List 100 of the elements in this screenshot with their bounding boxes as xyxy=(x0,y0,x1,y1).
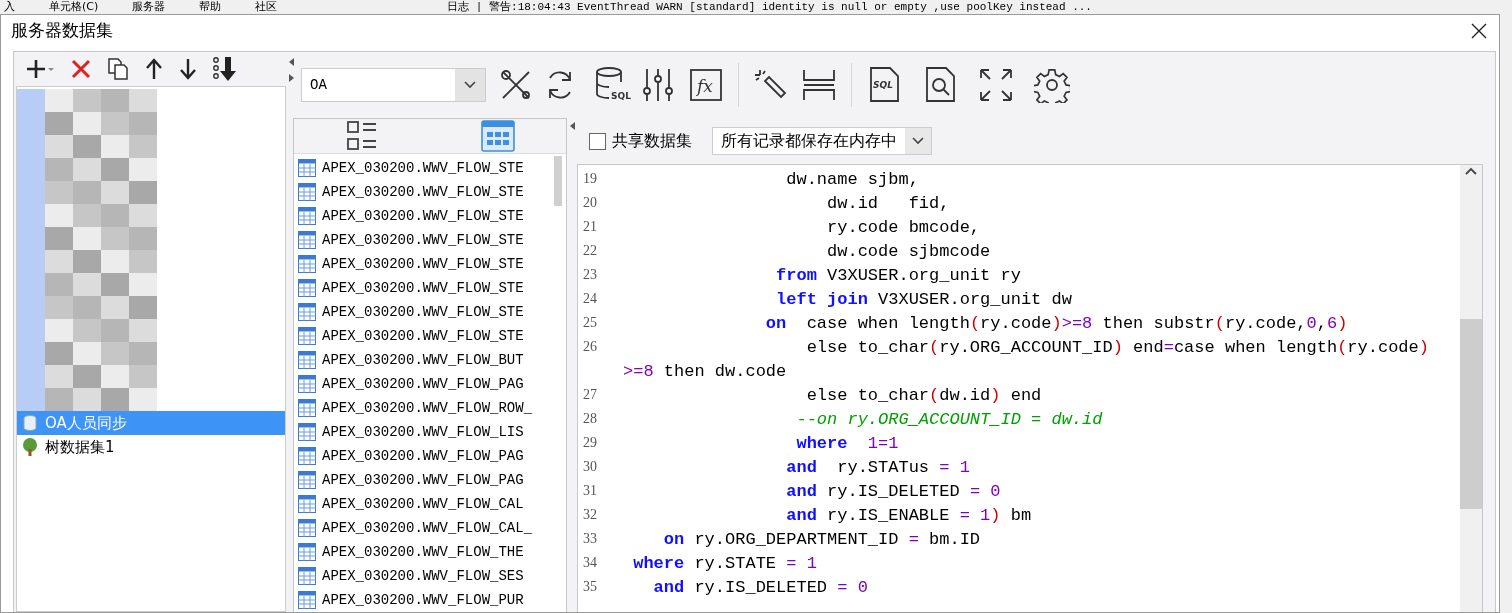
table-list-item[interactable]: APEX_030200.WWV_FLOW_STE xyxy=(294,156,554,180)
scrollbar-thumb[interactable] xyxy=(1460,319,1482,509)
move-down-button[interactable] xyxy=(178,58,198,80)
log-message: 日志 | 警告:18:04:43 EventThread WARN [standard] identity is null or empty ,use poolKey instead ... xyxy=(447,0,1092,14)
table-icon xyxy=(298,159,316,177)
table-icon xyxy=(298,423,316,441)
table-icon xyxy=(298,447,316,465)
window-title: 服务器数据集 xyxy=(11,19,113,42)
table-icon xyxy=(298,303,316,321)
table-list-item[interactable]: APEX_030200.WWV_FLOW_PAG xyxy=(294,372,554,396)
table-list-item[interactable]: APEX_030200.WWV_FLOW_STE xyxy=(294,252,554,276)
collapse-left-icon xyxy=(287,58,295,66)
sql-editor[interactable] xyxy=(577,164,1483,612)
table-list-item[interactable]: APEX_030200.WWV_FLOW_STE xyxy=(294,228,554,252)
menu-item[interactable]: 单元格(C) xyxy=(45,0,129,14)
collapse-left-icon xyxy=(568,122,576,130)
code-line: else to_char(dw.id) end xyxy=(805,385,1042,405)
table-list-item[interactable]: APEX_030200.WWV_FLOW_SES xyxy=(294,564,554,588)
line-number: 25 xyxy=(582,315,598,331)
table-icon xyxy=(298,567,316,585)
line-number: 28 xyxy=(582,411,598,427)
line-number: 30 xyxy=(582,459,598,475)
menu-item[interactable]: 社区 xyxy=(251,0,308,14)
caret-icon xyxy=(911,136,925,146)
table-icon xyxy=(298,279,316,297)
tree-item[interactable]: 树数据集1 xyxy=(17,435,285,459)
grid-icon xyxy=(481,120,515,152)
table-icon xyxy=(298,519,316,537)
table-icon xyxy=(298,591,316,609)
table-list-item[interactable]: APEX_030200.WWV_FLOW_STE xyxy=(294,180,554,204)
table-list-item[interactable]: APEX_030200.WWV_FLOW_ROW_ xyxy=(294,396,554,420)
table-icon xyxy=(298,495,316,513)
tree-icon xyxy=(21,438,39,456)
move-up-button[interactable] xyxy=(144,58,164,80)
connection-dropdown[interactable]: OA xyxy=(301,68,486,102)
menu-item[interactable]: 服务器 xyxy=(128,0,196,14)
line-number: 20 xyxy=(582,195,598,211)
line-number: 35 xyxy=(582,579,598,595)
table-list-item[interactable]: APEX_030200.WWV_FLOW_CAL xyxy=(294,492,554,516)
table-list-item[interactable]: APEX_030200.WWV_FLOW_STE xyxy=(294,324,554,348)
table-icon xyxy=(298,543,316,561)
code-line: left join V3XUSER.org_unit dw xyxy=(775,289,1072,309)
code-line: >=8 then dw.code xyxy=(623,361,787,381)
sql-database-button[interactable]: SQL xyxy=(592,63,636,107)
table-list-item[interactable]: APEX_030200.WWV_FLOW_CAL_ xyxy=(294,516,554,540)
code-line: and ry.IS_ENABLE = 1) bm xyxy=(785,505,1032,525)
line-number: 34 xyxy=(582,555,598,571)
line-number: 26 xyxy=(582,339,598,355)
code-line: dw.id fid, xyxy=(826,193,950,213)
code-line: and ry.STATus = 1 xyxy=(785,457,970,477)
storage-mode-dropdown[interactable]: 所有记录都保存在内存中 xyxy=(712,127,932,155)
code-line: else to_char(ry.ORG_ACCOUNT_ID) end=case when length(ry.code) xyxy=(805,337,1429,357)
table-list-item[interactable]: APEX_030200.WWV_FLOW_STE xyxy=(294,276,554,300)
table-icon xyxy=(298,327,316,345)
tools-icon xyxy=(499,68,533,102)
code-line: where ry.STATE = 1 xyxy=(632,553,817,573)
share-dataset-checkbox[interactable]: 共享数据集 xyxy=(589,130,692,152)
move-to-bottom-button[interactable] xyxy=(212,56,238,82)
code-line: --on ry.ORG_ACCOUNT_ID = dw.id xyxy=(795,409,1103,429)
code-line: dw.code sjbmcode xyxy=(826,241,991,261)
table-list-item[interactable]: APEX_030200.WWV_FLOW_PUR xyxy=(294,588,554,612)
table-icon xyxy=(298,375,316,393)
table-icon xyxy=(298,351,316,369)
line-number: 23 xyxy=(582,267,598,283)
table-icon xyxy=(298,183,316,201)
caret-icon xyxy=(463,80,477,90)
expand-right-icon xyxy=(287,74,295,82)
table-icon xyxy=(298,207,316,225)
table-list-item[interactable]: APEX_030200.WWV_FLOW_STE xyxy=(294,204,554,228)
scrollbar-thumb[interactable] xyxy=(554,156,562,206)
table-list-item[interactable]: APEX_030200.WWV_FLOW_THE xyxy=(294,540,554,564)
line-number: 33 xyxy=(582,531,598,547)
database-icon xyxy=(21,414,39,432)
line-number: 29 xyxy=(582,435,598,451)
add-button[interactable] xyxy=(26,58,56,80)
menu-item[interactable]: 帮助 xyxy=(195,0,252,14)
close-icon xyxy=(1470,21,1488,40)
line-number: 21 xyxy=(582,219,598,235)
line-number: 22 xyxy=(582,243,598,259)
code-line: ry.code bmcode, xyxy=(826,217,981,237)
table-list-item[interactable]: APEX_030200.WWV_FLOW_BUT xyxy=(294,348,554,372)
code-line: from V3XUSER.org_unit ry xyxy=(775,265,1021,285)
code-line: and ry.IS_DELETED = 0 xyxy=(652,577,868,597)
table-list-item[interactable]: APEX_030200.WWV_FLOW_STE xyxy=(294,300,554,324)
menu-item[interactable]: 入 xyxy=(0,0,45,14)
table-list-item[interactable]: APEX_030200.WWV_FLOW_PAG xyxy=(294,468,554,492)
table-list-item[interactable]: APEX_030200.WWV_FLOW_PAG xyxy=(294,444,554,468)
code-line: and ry.IS_DELETED = 0 xyxy=(785,481,1001,501)
line-number: 32 xyxy=(582,507,598,523)
table-icon xyxy=(298,255,316,273)
table-icon xyxy=(298,471,316,489)
code-line: on case when length(ry.code)>=8 then substr(ry.code,0,6) xyxy=(764,313,1348,333)
copy-button[interactable] xyxy=(106,57,130,81)
table-list-item[interactable]: APEX_030200.WWV_FLOW_LIS xyxy=(294,420,554,444)
line-number: 27 xyxy=(582,387,598,403)
list-icon xyxy=(346,120,378,152)
code-line: dw.name sjbm, xyxy=(785,169,919,189)
line-number: 19 xyxy=(582,171,598,187)
delete-button[interactable] xyxy=(70,58,92,80)
code-line: where 1=1 xyxy=(795,433,899,453)
